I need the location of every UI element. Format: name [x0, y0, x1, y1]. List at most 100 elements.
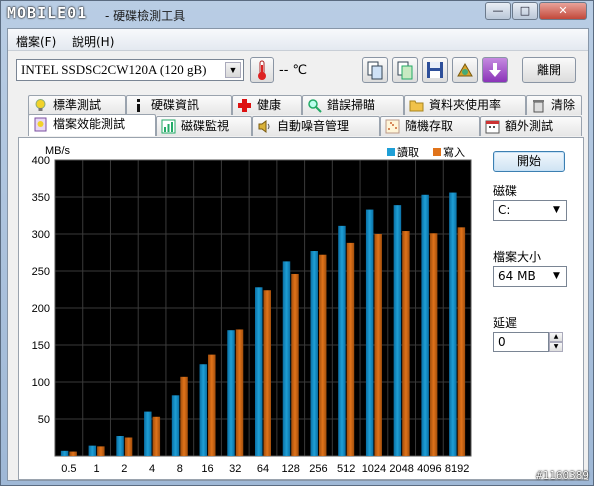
health-cross-icon [238, 99, 251, 112]
x-tick-label: 16 [201, 463, 213, 475]
tab-noise-management[interactable]: 自動噪音管理 [252, 116, 380, 136]
menu-help[interactable]: 說明(H) [72, 33, 114, 50]
x-tick-label: 256 [309, 463, 327, 475]
write-bar [263, 290, 271, 456]
file-size-select-value: 64 MB [498, 269, 536, 283]
write-bar [124, 437, 133, 456]
tab-health[interactable]: 健康 [232, 95, 302, 115]
save-icon[interactable] [422, 57, 448, 83]
y-tick-label: 150 [32, 340, 50, 352]
legend-read-label: 讀取 [397, 145, 419, 159]
x-tick-label: 64 [257, 463, 269, 475]
tab-disk-info[interactable]: 硬碟資訊 [126, 95, 232, 115]
delay-input[interactable]: 0 [493, 332, 549, 352]
write-bar [457, 227, 466, 456]
x-tick-label: 128 [282, 463, 300, 475]
x-tick-label: 1 [94, 463, 100, 475]
tab-benchmark[interactable]: 標準測試 [28, 95, 126, 115]
tab-label: 自動噪音管理 [277, 119, 350, 133]
y-tick-label: 100 [32, 377, 50, 389]
spin-up-icon[interactable]: ▲ [549, 332, 563, 342]
y-tick-label: 300 [32, 229, 50, 241]
chevron-down-icon: ▼ [553, 205, 560, 215]
write-bar [346, 242, 355, 456]
read-bar [88, 445, 97, 456]
disk-label: 磁碟 [493, 184, 518, 198]
watermark: #1160389 [536, 469, 589, 482]
write-bar [429, 233, 438, 456]
start-button[interactable]: 開始 [493, 151, 565, 172]
disk-select[interactable]: C: ▼ [493, 200, 567, 221]
x-tick-label: 1024 [362, 463, 386, 475]
x-tick-label: 2 [121, 463, 127, 475]
legend-write-swatch [433, 148, 441, 156]
download-arrow-icon[interactable] [482, 57, 508, 83]
tab-disk-monitor[interactable]: 磁碟監視 [156, 116, 252, 136]
drive-select[interactable]: INTEL SSDSC2CW120A (120 gB) ▼ [16, 59, 244, 81]
file-size-label: 檔案大小 [493, 250, 542, 264]
copy-text-icon[interactable] [392, 57, 418, 83]
tab-error-scan[interactable]: 錯誤掃瞄 [302, 95, 404, 115]
delay-spinner[interactable]: ▲ ▼ [549, 332, 563, 352]
thermometer-icon[interactable] [250, 57, 274, 83]
delay-input-value: 0 [498, 335, 506, 349]
tab-folder-usage[interactable]: 資料夾使用率 [404, 95, 526, 115]
x-tick-label: 2048 [389, 463, 413, 475]
read-bar [393, 205, 402, 456]
folder-icon [409, 100, 424, 112]
read-bar [421, 194, 429, 456]
options-icon[interactable] [452, 57, 478, 83]
write-bar [235, 329, 244, 456]
copy-info-icon[interactable] [362, 57, 388, 83]
tab-label: 額外測試 [505, 119, 554, 133]
file-benchmark-icon [34, 117, 47, 132]
read-bar [282, 261, 291, 456]
chevron-down-icon: ▼ [225, 62, 241, 78]
bar-chart-icon [161, 119, 176, 134]
app-window: MOBILE01 - 硬碟檢測工具 — □ ✕ 檔案(F) 說明(H) INTE… [0, 0, 594, 486]
tab-label: 硬碟資訊 [151, 98, 200, 112]
write-bar [152, 416, 161, 456]
window-title: - 硬碟檢測工具 [105, 9, 186, 23]
y-tick-label: 200 [32, 303, 50, 315]
read-bar [310, 251, 318, 456]
speaker-icon [258, 120, 270, 133]
benchmark-chart: 50100150200250300350400MB/s0.5 1 2 4 8 16 32 64… [32, 145, 472, 475]
menu-file[interactable]: 檔案(F) [16, 33, 56, 50]
read-bar [171, 395, 180, 456]
spin-down-icon[interactable]: ▼ [549, 342, 563, 352]
tab-random-access[interactable]: 隨機存取 [380, 116, 480, 136]
write-bar [69, 451, 77, 456]
read-bar [449, 192, 457, 456]
tab-erase[interactable]: 清除 [526, 95, 582, 115]
read-bar [227, 330, 235, 456]
read-bar [60, 450, 69, 456]
app-logo: MOBILE01 [7, 4, 88, 22]
x-tick-label: 0.5 [61, 463, 76, 475]
tab-extra-tests[interactable]: 額外測試 [480, 116, 582, 136]
tab-file-benchmark[interactable]: 檔案效能測試 [28, 114, 156, 136]
write-bar [291, 273, 299, 456]
tab-label: 檔案效能測試 [53, 117, 126, 131]
tab-label: 錯誤掃瞄 [327, 98, 376, 112]
delay-label: 延遲 [493, 316, 518, 330]
read-bar [338, 225, 346, 456]
x-tick-label: 8192 [445, 463, 469, 475]
chevron-down-icon: ▼ [553, 271, 560, 281]
write-bar [318, 254, 327, 456]
read-bar [116, 436, 124, 456]
title-bar: MOBILE01 - 硬碟檢測工具 — □ ✕ [1, 1, 593, 27]
read-bar [199, 364, 208, 456]
maximize-button[interactable]: □ [512, 2, 538, 20]
close-button[interactable]: ✕ [539, 2, 587, 20]
tab-label: 磁碟監視 [181, 119, 230, 133]
write-bar [402, 231, 410, 456]
y-tick-label: 250 [32, 266, 50, 278]
info-icon [137, 99, 140, 112]
tab-label: 標準測試 [53, 98, 102, 112]
exit-button[interactable]: 離開 [522, 57, 576, 83]
minimize-button[interactable]: — [485, 2, 511, 20]
lightbulb-icon [35, 99, 46, 111]
client-area: 檔案(F) 說明(H) INTEL SSDSC2CW120A (120 gB) … [7, 28, 589, 481]
file-size-select[interactable]: 64 MB ▼ [493, 266, 567, 287]
